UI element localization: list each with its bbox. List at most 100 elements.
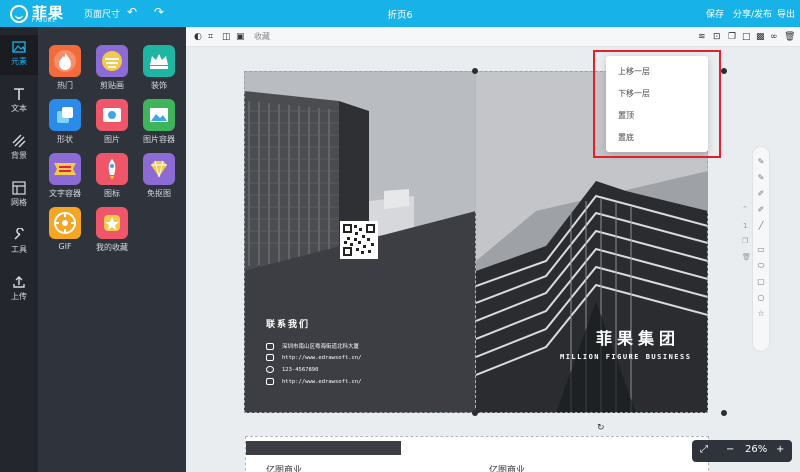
tile-label: 热门 bbox=[57, 81, 73, 90]
delete-icon[interactable]: 🗑 bbox=[784, 31, 795, 43]
flip-icon[interactable]: ◫ bbox=[222, 31, 231, 43]
second-page-text-left[interactable]: 亿图商业 bbox=[266, 463, 302, 472]
zoom-out-button[interactable]: − bbox=[726, 444, 734, 455]
nav-label: 背景 bbox=[11, 151, 27, 160]
top-bar: 菲果 FIGURE 页面尺寸 ↶ ↷ 折页6 保存 分享/发布 导出 bbox=[0, 0, 800, 27]
menu-bring-to-front[interactable]: 置顶 bbox=[618, 110, 634, 121]
left-nav: 元素 文本 背景 网格 工具 上传 bbox=[0, 27, 38, 472]
qr-code[interactable] bbox=[340, 221, 378, 259]
tile-label: 文字容器 bbox=[49, 189, 81, 198]
brochure-left-panel[interactable]: 联系我们 深圳市南山区粤海街道北科大厦 http://www.edrawsoft… bbox=[244, 71, 476, 413]
pencil-icon[interactable]: ✐ bbox=[756, 189, 766, 199]
rectangle-tool-icon[interactable]: ▭ bbox=[756, 245, 766, 255]
tile-label: 装饰 bbox=[151, 81, 167, 90]
second-page[interactable]: 亿图商业 亿图商业 bbox=[245, 436, 709, 472]
pen-icon[interactable]: ✎ bbox=[756, 157, 766, 167]
redo-icon[interactable]: ↷ bbox=[154, 5, 164, 19]
resize-handle[interactable] bbox=[721, 410, 727, 416]
rounded-rect-tool-icon[interactable]: ▢ bbox=[756, 277, 766, 287]
nav-item-tools[interactable]: 工具 bbox=[0, 223, 38, 263]
nav-item-background[interactable]: 背景 bbox=[0, 129, 38, 169]
crop-icon[interactable]: ⌗ bbox=[208, 31, 213, 43]
resize-handle[interactable] bbox=[472, 410, 478, 416]
border-icon[interactable]: □ bbox=[742, 31, 751, 43]
rotate-icon[interactable]: ↻ bbox=[597, 423, 605, 433]
tile-label: 免抠图 bbox=[147, 189, 171, 198]
undo-icon[interactable]: ↶ bbox=[127, 5, 137, 19]
frame-icon[interactable]: ▣ bbox=[236, 31, 245, 43]
contact-text: 123-4567890 bbox=[282, 367, 319, 373]
tile-picture[interactable]: 图片 bbox=[89, 99, 135, 145]
contact-website-2[interactable]: http://www.edrawsoft.cn/ bbox=[266, 378, 361, 385]
menu-send-to-back[interactable]: 置底 bbox=[618, 132, 634, 143]
tile-image-container[interactable]: 图片容器 bbox=[136, 99, 182, 145]
contact-website[interactable]: http://www.edrawsoft.cn/ bbox=[266, 354, 361, 361]
diamond-icon bbox=[143, 153, 175, 185]
tile-hot[interactable]: 热门 bbox=[42, 45, 88, 91]
layers-icon[interactable]: ≋ bbox=[698, 31, 706, 43]
sub-toolbar: ◐ ⌗ ◫ ▣ 收藏 ≋ ⊡ ❐ □ ▩ ∞ 🗑 bbox=[186, 27, 800, 47]
location-icon bbox=[266, 343, 274, 350]
menu-bring-forward[interactable]: 上移一层 bbox=[618, 66, 650, 77]
second-page-text-right[interactable]: 亿图商业 bbox=[489, 463, 525, 472]
company-english-name[interactable]: MILLION FIGURE BUSINESS bbox=[560, 353, 691, 361]
element-panel: 热门 剪贴画 装饰 形状 图片 图片容器 文字容器 图标 免抠图 GIF 我的收… bbox=[38, 27, 186, 472]
share-publish-button[interactable]: 分享/发布 bbox=[733, 7, 772, 20]
zoom-in-button[interactable]: + bbox=[776, 444, 784, 455]
page-number: 1 bbox=[743, 222, 748, 230]
line-tool-icon[interactable]: ╱ bbox=[756, 221, 766, 231]
nav-item-upload[interactable]: 上传 bbox=[0, 270, 38, 310]
resize-handle[interactable] bbox=[721, 68, 727, 74]
tile-label: 图片容器 bbox=[143, 135, 175, 144]
tile-label: 图标 bbox=[104, 189, 120, 198]
resize-handle[interactable] bbox=[472, 68, 478, 74]
fit-screen-icon[interactable]: ⤢ bbox=[700, 444, 708, 455]
collect-button[interactable]: 收藏 bbox=[254, 31, 270, 42]
contrast-icon[interactable]: ◐ bbox=[194, 31, 202, 43]
highlighter-icon[interactable]: ✐ bbox=[756, 205, 766, 215]
lock-icon[interactable]: ⊡ bbox=[713, 31, 721, 43]
tile-shape[interactable]: 形状 bbox=[42, 99, 88, 145]
tile-text-container[interactable]: 文字容器 bbox=[42, 153, 88, 199]
contact-address[interactable]: 深圳市南山区粤海街道北科大厦 bbox=[266, 342, 359, 350]
image-container-icon bbox=[143, 99, 175, 131]
zoom-control: ⤢ − 26% + bbox=[692, 440, 792, 462]
save-button[interactable]: 保存 bbox=[706, 7, 724, 20]
gif-icon bbox=[49, 207, 81, 239]
nav-item-grid[interactable]: 网格 bbox=[0, 176, 38, 216]
company-name[interactable]: 菲果集团 bbox=[596, 325, 680, 349]
link-icon[interactable]: ∞ bbox=[770, 31, 778, 43]
copy-icon[interactable]: ❐ bbox=[728, 31, 736, 43]
contact-phone[interactable]: 123-4567890 bbox=[266, 366, 318, 373]
circle-tool-icon[interactable]: ○ bbox=[756, 293, 766, 303]
tile-cutout[interactable]: 免抠图 bbox=[136, 153, 182, 199]
page-up-icon[interactable]: ⌃ bbox=[742, 205, 748, 213]
tile-label: GIF bbox=[58, 242, 72, 251]
star-tool-icon[interactable]: ☆ bbox=[756, 309, 766, 319]
nav-item-text[interactable]: 文本 bbox=[0, 82, 38, 122]
brush-icon[interactable]: ✎ bbox=[756, 173, 766, 183]
nav-item-elements[interactable]: 元素 bbox=[0, 35, 38, 75]
crown-icon bbox=[143, 45, 175, 77]
page-size-button[interactable]: 页面尺寸 bbox=[84, 7, 120, 20]
contact-text: http://www.edrawsoft.cn/ bbox=[282, 355, 362, 361]
fire-icon bbox=[49, 45, 81, 77]
transparency-icon[interactable]: ▩ bbox=[756, 31, 765, 43]
tile-clipart[interactable]: 剪贴画 bbox=[89, 45, 135, 91]
document-title[interactable]: 折页6 bbox=[387, 10, 412, 21]
tile-favorites[interactable]: 我的收藏 bbox=[89, 207, 135, 253]
page-copy-icon[interactable]: ❐ bbox=[742, 237, 748, 245]
export-button[interactable]: 导出 bbox=[777, 7, 795, 20]
contact-title[interactable]: 联系我们 bbox=[266, 317, 310, 330]
layer-order-menu: 上移一层 下移一层 置顶 置底 bbox=[606, 56, 708, 152]
second-page-header-bar bbox=[246, 441, 401, 455]
tile-decoration[interactable]: 装饰 bbox=[136, 45, 182, 91]
tile-icon[interactable]: 图标 bbox=[89, 153, 135, 199]
logo[interactable]: 菲果 FIGURE bbox=[10, 3, 68, 25]
tile-gif[interactable]: GIF bbox=[42, 207, 88, 251]
web-icon bbox=[266, 378, 274, 385]
menu-send-backward[interactable]: 下移一层 bbox=[618, 88, 650, 99]
ellipse-tool-icon[interactable]: ⬭ bbox=[756, 261, 766, 271]
text-container-icon bbox=[49, 153, 81, 185]
page-delete-icon[interactable]: 🗑 bbox=[742, 253, 751, 261]
